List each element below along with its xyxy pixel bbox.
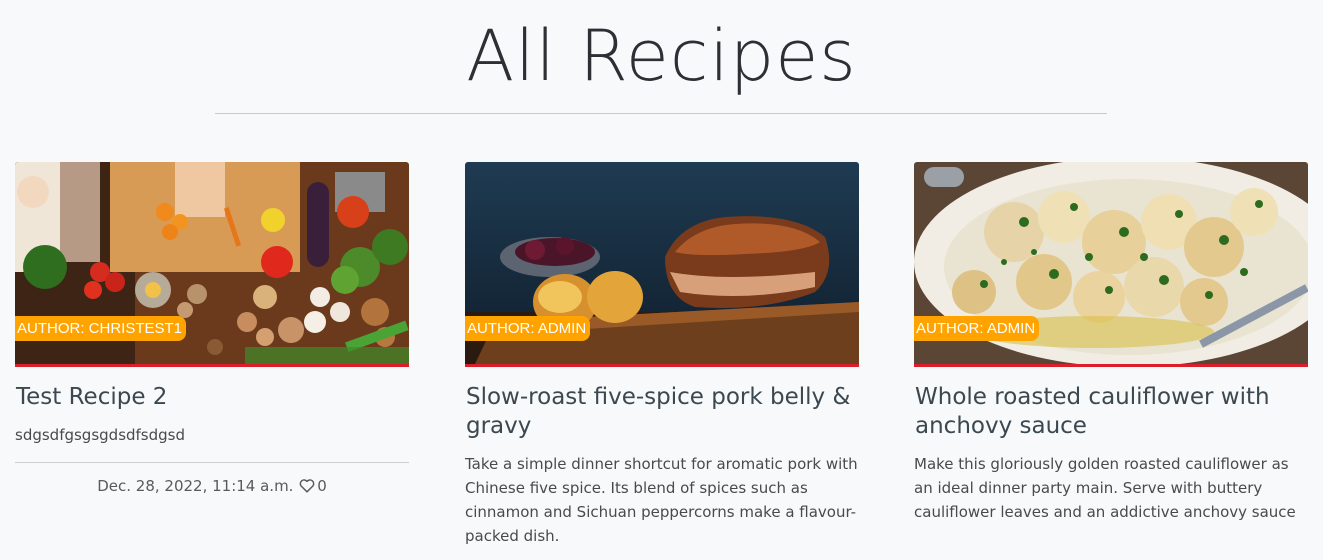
heart-icon[interactable] [299,478,315,497]
recipe-description: Make this gloriously golden roasted caul… [914,455,1296,521]
card-divider [15,462,409,463]
author-badge[interactable]: AUTHOR: ADMIN [914,316,1040,341]
image-underline [465,364,859,367]
recipe-meta: Dec. 28, 2022, 11:14 a.m. 0 [15,477,409,497]
recipe-image-vegetables[interactable]: AUTHOR: CHRISTEST1 [15,162,409,364]
image-underline [15,364,409,367]
recipe-description: sdgsdfgsgsgdsdfsdgsd [15,426,186,444]
recipe-title[interactable]: Test Recipe 2 [16,383,409,412]
recipe-title[interactable]: Whole roasted cauliflower with anchovy s… [915,383,1308,441]
author-badge[interactable]: AUTHOR: CHRISTEST1 [15,316,187,341]
recipe-description: Take a simple dinner shortcut for aromat… [465,455,858,545]
recipe-date: Dec. 28, 2022, 11:14 a.m. [97,477,294,495]
recipe-image-cauliflower[interactable]: AUTHOR: ADMIN [914,162,1308,364]
title-divider [215,113,1107,114]
recipe-title[interactable]: Slow-roast five-spice pork belly & gravy [466,383,859,441]
recipe-card[interactable]: AUTHOR: ADMIN Whole roasted cauliflower … [914,162,1308,524]
page-title: All Recipes [466,15,857,97]
recipe-card[interactable]: AUTHOR: ADMIN Slow-roast five-spice pork… [465,162,859,548]
recipe-card[interactable]: AUTHOR: CHRISTEST1 Test Recipe 2 sdgsdfg… [15,162,409,497]
author-badge[interactable]: AUTHOR: ADMIN [465,316,591,341]
like-count: 0 [317,477,327,495]
image-underline [914,364,1308,367]
recipe-image-pork-belly[interactable]: AUTHOR: ADMIN [465,162,859,364]
